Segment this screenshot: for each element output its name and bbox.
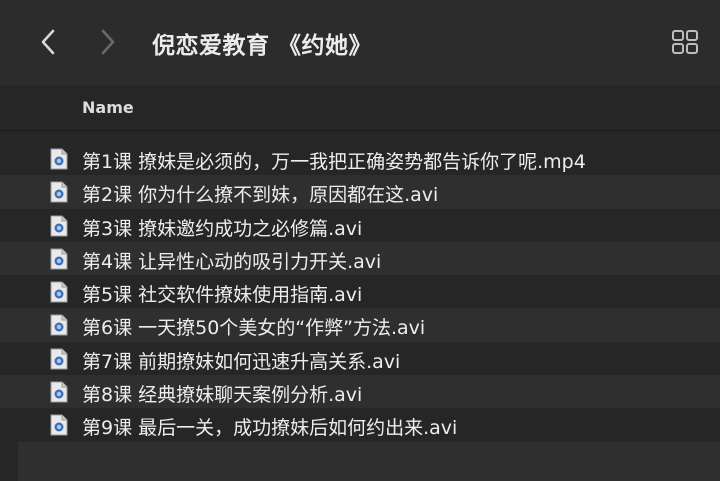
file-name: 第9课 最后一关，成功撩妹后如何约出来.avi bbox=[82, 417, 458, 440]
view-toggle-button[interactable] bbox=[668, 26, 702, 58]
file-row[interactable]: 第1课 撩妹是必须的，万一我把正确姿势都告诉你了呢.mp4 bbox=[0, 142, 720, 175]
file-list: 第1课 撩妹是必须的，万一我把正确姿势都告诉你了呢.mp4 第2课 你为什么撩不到… bbox=[0, 142, 720, 442]
file-row[interactable]: 第2课 你为什么撩不到妹，原因都在这.avi bbox=[0, 175, 720, 209]
forward-button[interactable] bbox=[90, 22, 126, 62]
video-file-icon bbox=[50, 281, 68, 303]
file-name: 第6课 一天撩50个美女的“作弊”方法.avi bbox=[82, 317, 426, 340]
grid-view-icon bbox=[672, 30, 698, 54]
chevron-right-icon bbox=[101, 29, 115, 55]
video-file-icon bbox=[50, 248, 68, 270]
file-row[interactable]: 第6课 一天撩50个美女的“作弊”方法.avi bbox=[0, 308, 720, 342]
file-name: 第2课 你为什么撩不到妹，原因都在这.avi bbox=[82, 184, 439, 207]
file-row[interactable]: 第7课 前期撩妹如何迅速升高关系.avi bbox=[0, 342, 720, 375]
file-name: 第7课 前期撩妹如何迅速升高关系.avi bbox=[82, 350, 401, 373]
file-name: 第5课 社交软件撩妹使用指南.avi bbox=[82, 284, 363, 307]
video-file-icon bbox=[50, 348, 68, 370]
file-row[interactable]: 第5课 社交软件撩妹使用指南.avi bbox=[0, 275, 720, 308]
column-name-header[interactable]: Name bbox=[82, 98, 134, 117]
chevron-left-icon bbox=[41, 29, 55, 55]
file-name: 第1课 撩妹是必须的，万一我把正确姿势都告诉你了呢.mp4 bbox=[82, 151, 586, 173]
empty-list-row bbox=[18, 442, 720, 481]
video-file-icon bbox=[50, 314, 68, 336]
video-file-icon bbox=[50, 414, 68, 436]
window-toolbar: 倪恋爱教育 《约她》 bbox=[0, 0, 720, 87]
file-row[interactable]: 第9课 最后一关，成功撩妹后如何约出来.avi bbox=[0, 408, 720, 441]
file-name: 第8课 经典撩妹聊天案例分析.avi bbox=[82, 384, 363, 407]
file-row[interactable]: 第8课 经典撩妹聊天案例分析.avi bbox=[0, 375, 720, 409]
column-header: Name bbox=[0, 86, 720, 131]
video-file-icon bbox=[50, 181, 68, 203]
video-file-icon bbox=[50, 148, 68, 170]
window-title: 倪恋爱教育 《约她》 bbox=[152, 33, 373, 59]
file-row[interactable]: 第3课 撩妹邀约成功之必修篇.avi bbox=[0, 209, 720, 242]
file-name: 第3课 撩妹邀约成功之必修篇.avi bbox=[82, 217, 363, 240]
file-name: 第4课 让异性心动的吸引力开关.avi bbox=[82, 250, 382, 273]
file-row[interactable]: 第4课 让异性心动的吸引力开关.avi bbox=[0, 241, 720, 276]
video-file-icon bbox=[50, 215, 68, 237]
video-file-icon bbox=[50, 381, 68, 403]
back-button[interactable] bbox=[30, 22, 66, 62]
